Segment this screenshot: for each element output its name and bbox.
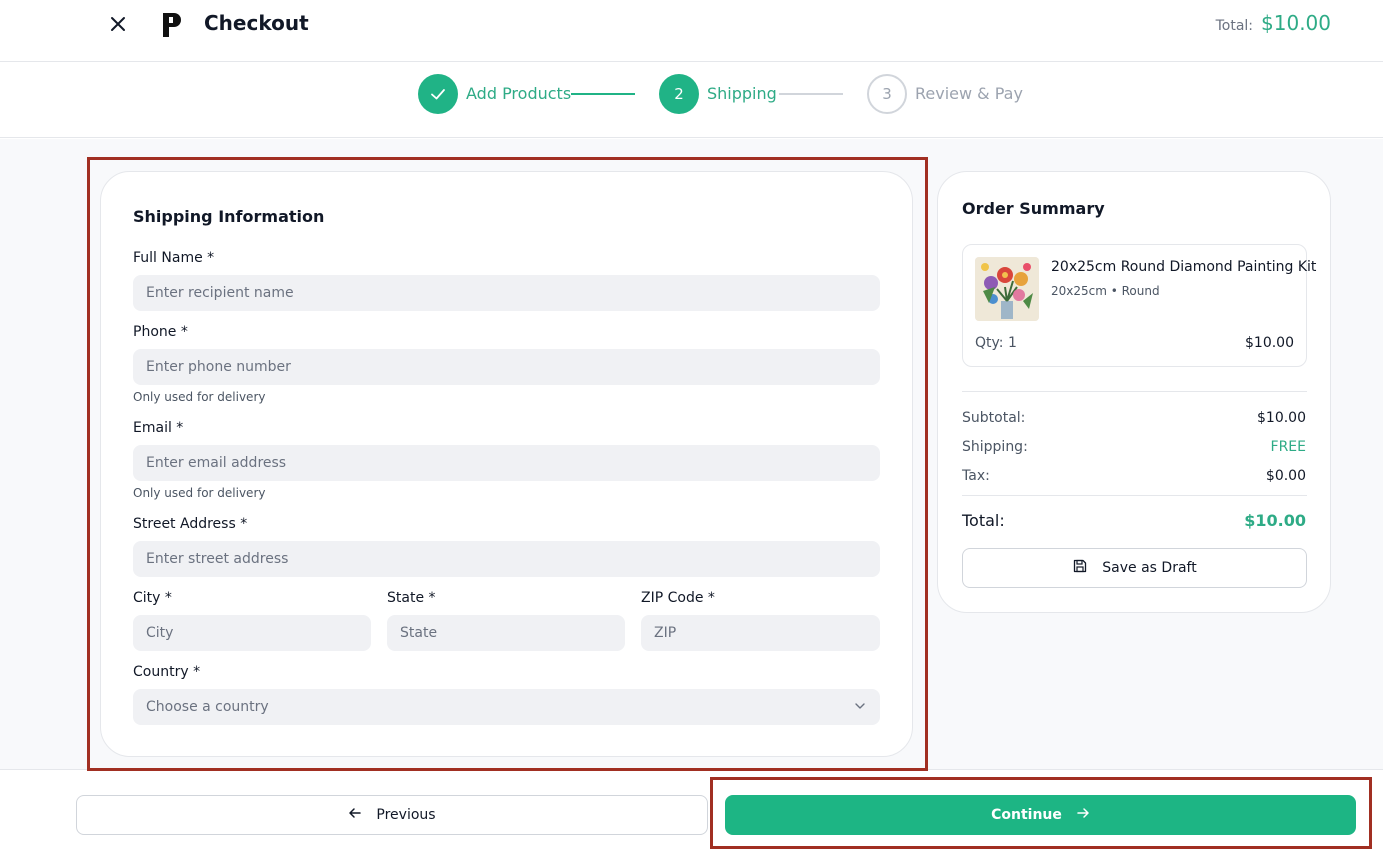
phone-label: Phone * — [133, 324, 188, 340]
arrow-left-icon — [348, 806, 362, 824]
previous-button[interactable]: Previous — [76, 795, 708, 835]
divider — [962, 391, 1307, 392]
shipping-form-card: Shipping Information Full Name * Phone *… — [100, 171, 913, 757]
full-name-input[interactable] — [133, 275, 880, 311]
continue-label: Continue — [991, 807, 1062, 823]
email-hint: Only used for delivery — [133, 486, 266, 500]
product-image — [975, 257, 1039, 321]
email-input[interactable] — [133, 445, 880, 481]
country-select[interactable]: Choose a country — [133, 689, 880, 725]
item-name: 20x25cm Round Diamond Painting Kit — [1051, 259, 1317, 275]
street-input[interactable] — [133, 541, 880, 577]
zip-label: ZIP Code * — [641, 590, 715, 606]
step-review-number: 3 — [867, 74, 907, 114]
save-draft-label: Save as Draft — [1102, 560, 1197, 576]
header-total: Total: $10.00 — [1216, 11, 1331, 35]
phone-hint: Only used for delivery — [133, 390, 266, 404]
full-name-label: Full Name * — [133, 250, 215, 266]
city-input[interactable] — [133, 615, 371, 651]
save-icon — [1072, 558, 1088, 578]
street-label: Street Address * — [133, 516, 248, 532]
save-draft-button[interactable]: Save as Draft — [962, 548, 1307, 588]
order-item: 20x25cm Round Diamond Painting Kit 20x25… — [962, 244, 1316, 367]
page-title: Checkout — [204, 11, 309, 35]
subtotal-label: Subtotal: — [962, 410, 1026, 426]
zip-input[interactable] — [641, 615, 880, 651]
phone-input[interactable] — [133, 349, 880, 385]
chevron-down-icon — [854, 700, 866, 712]
checkout-header: Checkout Total: $10.00 — [0, 0, 1383, 62]
summary-total-label: Total: — [962, 511, 1005, 530]
summary-total-value: $10.00 — [1244, 511, 1306, 530]
item-qty: Qty: 1 — [975, 335, 1017, 351]
step-shipping-label[interactable]: Shipping — [707, 84, 777, 103]
step-connector — [571, 93, 635, 95]
state-label: State * — [387, 590, 436, 606]
step-add-products-label[interactable]: Add Products — [466, 84, 571, 103]
shipping-value: FREE — [1270, 439, 1306, 455]
header-total-value: $10.00 — [1261, 11, 1331, 35]
subtotal-value: $10.00 — [1257, 410, 1306, 426]
previous-label: Previous — [376, 807, 436, 823]
arrow-right-icon — [1076, 806, 1090, 824]
item-meta: 20x25cm • Round — [1051, 284, 1160, 298]
country-select-value: Choose a country — [146, 699, 269, 715]
order-summary-card: Order Summary 20x25cm Round Diamond Pain… — [937, 171, 1331, 613]
step-review-label: Review & Pay — [915, 84, 1023, 103]
checkout-footer: Previous Continue — [0, 769, 1383, 851]
form-title: Shipping Information — [133, 207, 325, 226]
step-connector — [779, 93, 843, 95]
tax-value: $0.00 — [1265, 468, 1306, 484]
continue-button[interactable]: Continue — [725, 795, 1356, 835]
shipping-label: Shipping: — [962, 439, 1028, 455]
close-icon[interactable] — [106, 12, 130, 36]
tax-label: Tax: — [962, 468, 990, 484]
city-label: City * — [133, 590, 172, 606]
brand-logo — [163, 13, 181, 37]
step-add-products-check-icon[interactable] — [418, 74, 458, 114]
step-shipping-number[interactable]: 2 — [659, 74, 699, 114]
summary-title: Order Summary — [962, 199, 1105, 218]
item-price: $10.00 — [1245, 335, 1294, 351]
email-label: Email * — [133, 420, 184, 436]
checkout-stepper: Add Products 2 Shipping 3 Review & Pay — [0, 62, 1383, 138]
header-total-label: Total: — [1215, 18, 1254, 34]
divider — [962, 495, 1307, 496]
country-label: Country * — [133, 664, 201, 680]
state-input[interactable] — [387, 615, 625, 651]
